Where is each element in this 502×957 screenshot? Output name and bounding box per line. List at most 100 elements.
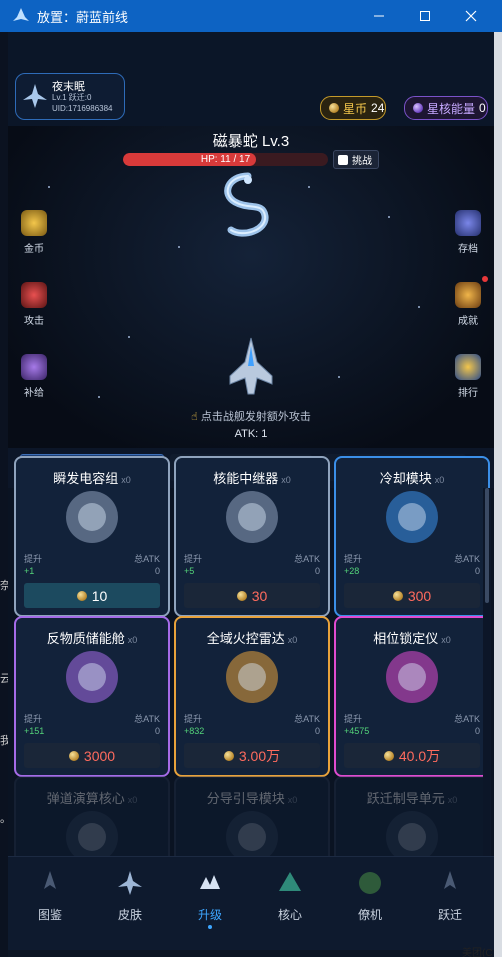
atk-readout: ATK: 1	[234, 428, 268, 440]
boost-label: 提升	[24, 554, 43, 564]
maximize-button[interactable]	[402, 0, 448, 32]
tap-hint-text: 点击战舰发射额外攻击	[200, 411, 311, 423]
module-name: 跃迁制导单元 x0	[366, 791, 458, 806]
player-profile[interactable]: 夜末眠 Lv.1 跃迁:0 UID:1716986384	[15, 73, 125, 120]
battle-field[interactable]: 磁暴蛇 Lv.3 HP: 11 / 17 挑战 金币 攻击 补给 存档 成就 排…	[8, 126, 494, 448]
cost-value: 300	[407, 587, 432, 604]
module-count: x0	[121, 475, 131, 485]
supply-icon	[21, 354, 47, 380]
side-attack-label: 攻击	[24, 316, 44, 327]
desktop-left-strip: 奈 云 我 。	[0, 32, 11, 957]
ranking-icon	[455, 354, 481, 380]
nav-wingman-label: 僚机	[357, 908, 382, 922]
nav-wingman[interactable]: 僚机	[340, 869, 400, 923]
module-card[interactable]: 反物质储能舱 x0 提升 总ATK +151 0 3000	[14, 616, 170, 777]
close-button[interactable]	[448, 0, 494, 32]
skin-icon	[118, 871, 142, 895]
total-atk-value: 0	[474, 566, 480, 576]
game-area: 夜末眠 Lv.1 跃迁:0 UID:1716986384 星币 24 星核能量 …	[8, 32, 494, 950]
module-card[interactable]: 全域火控雷达 x0 提升 总ATK +832 0 3.00万	[174, 616, 330, 777]
notification-dot	[482, 276, 488, 282]
cost-value: 10	[91, 587, 108, 604]
module-count: x0	[287, 635, 298, 645]
boss-serpent-sprite[interactable]	[213, 172, 283, 244]
coin-icon	[76, 590, 87, 601]
module-name: 弹道演算核心 x0	[46, 791, 138, 806]
boost-label: 提升	[184, 554, 203, 564]
buy-button[interactable]: 3.00万	[184, 743, 320, 768]
warp-icon	[444, 871, 456, 889]
challenge-toggle[interactable]: 挑战	[333, 150, 379, 169]
coin-icon	[383, 750, 394, 761]
module-art-icon	[386, 651, 438, 703]
coin-icon	[329, 103, 339, 113]
pointer-icon: ☝	[191, 411, 198, 423]
boss-hp-text: HP: 11 / 17	[200, 154, 251, 165]
buy-button[interactable]: 3000	[24, 743, 160, 768]
module-card[interactable]: 核能中继器 x0 提升 总ATK +5 0 30	[174, 456, 330, 617]
module-art-icon	[226, 651, 278, 703]
avatar	[23, 84, 47, 108]
module-name: 分导引导模块 x0	[206, 791, 298, 806]
side-ranking[interactable]: 排行	[448, 354, 488, 399]
coin-icon	[68, 750, 79, 761]
module-scrollbar[interactable]	[483, 488, 491, 888]
scrollbar-thumb[interactable]	[485, 488, 489, 603]
side-gold-label: 金币	[24, 244, 44, 255]
boost-value: +832	[184, 726, 205, 736]
nav-skin[interactable]: 皮肤	[100, 869, 160, 923]
nav-codex[interactable]: 图鉴	[20, 869, 80, 923]
coin-icon	[223, 750, 234, 761]
side-achievement-label: 成就	[458, 316, 478, 327]
nav-upgrade[interactable]: 升级	[180, 869, 240, 929]
star-coin-display: 星币 24	[320, 96, 386, 120]
side-attack[interactable]: 攻击	[14, 282, 54, 327]
buy-button[interactable]: 10	[24, 583, 160, 608]
cost-value: 30	[251, 587, 268, 604]
buy-button[interactable]: 300	[344, 583, 480, 608]
module-count: x0	[127, 635, 138, 645]
total-atk-value: 0	[314, 726, 320, 736]
boost-value: +1	[24, 566, 35, 576]
minimize-button[interactable]	[356, 0, 402, 32]
side-gold[interactable]: 金币	[14, 210, 54, 255]
boss-hp-bar: HP: 11 / 17	[123, 153, 328, 166]
module-card[interactable]: 冷却模块 x0 提升 总ATK +28 0 300	[334, 456, 490, 617]
buy-button[interactable]: 40.0万	[344, 743, 480, 768]
module-count: x0	[127, 795, 138, 805]
total-atk-label: 总ATK	[294, 714, 320, 724]
module-name: 核能中继器 x0	[213, 471, 291, 486]
boost-label: 提升	[344, 554, 363, 564]
side-ranking-label: 排行	[458, 388, 478, 399]
nav-codex-label: 图鉴	[37, 908, 62, 922]
module-count: x0	[447, 795, 458, 805]
total-atk-label: 总ATK	[454, 714, 480, 724]
nav-warp[interactable]: 跃迁	[420, 869, 480, 923]
total-atk-value: 0	[474, 726, 480, 736]
maximize-icon	[420, 11, 430, 21]
buy-button[interactable]: 30	[184, 583, 320, 608]
side-supply-label: 补给	[24, 388, 44, 399]
total-atk-label: 总ATK	[134, 714, 160, 724]
boost-label: 提升	[344, 714, 363, 724]
module-card[interactable]: 相位锁定仪 x0 提升 总ATK +4575 0 40.0万	[334, 616, 490, 777]
side-supply[interactable]: 补给	[14, 354, 54, 399]
module-name: 相位锁定仪 x0	[373, 631, 451, 646]
module-count: x0	[434, 475, 445, 485]
challenge-checkbox[interactable]	[338, 154, 348, 165]
desktop-right-strip	[494, 32, 502, 957]
tap-hint: ☝ 点击战舰发射额外攻击	[8, 408, 494, 424]
module-card[interactable]: 瞬发电容组 x0 提升 总ATK +1 0 10	[14, 456, 170, 617]
module-count: x0	[441, 635, 451, 645]
side-save[interactable]: 存档	[448, 210, 488, 255]
module-name: 反物质储能舱 x0	[46, 631, 138, 646]
total-atk-label: 总ATK	[294, 554, 320, 564]
active-indicator	[208, 925, 212, 929]
nav-core[interactable]: 核心	[260, 869, 320, 923]
side-achievement[interactable]: 成就	[448, 276, 488, 327]
side-save-label: 存档	[458, 244, 478, 255]
module-art-icon	[226, 491, 278, 543]
player-ship[interactable]	[228, 336, 274, 396]
cost-value: 3000	[83, 747, 116, 764]
star-coin-label: 星币	[343, 101, 368, 116]
